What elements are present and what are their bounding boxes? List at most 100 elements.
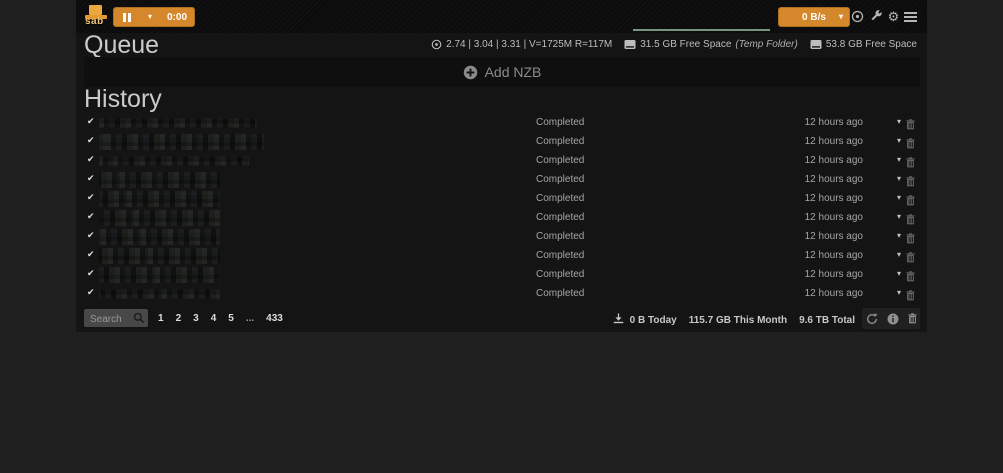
row-delete-button[interactable] (906, 288, 915, 306)
redacted-name[interactable] (99, 134, 264, 150)
history-row: ✔ Completed 12 hours ago ▾ (76, 132, 927, 151)
redacted-name[interactable] (99, 267, 220, 283)
history-age: 12 hours ago (805, 250, 863, 261)
history-row: ✔ Completed 12 hours ago ▾ (76, 170, 927, 189)
refresh-button[interactable] (866, 313, 878, 325)
sab-logo-label: sab (85, 16, 104, 27)
row-dropdown-caret-icon[interactable]: ▾ (897, 250, 901, 259)
check-icon: ✔ (87, 154, 95, 165)
history-status: Completed (536, 212, 584, 223)
page-button[interactable]: 1 (152, 309, 170, 327)
history-age: 12 hours ago (805, 174, 863, 185)
trash-icon (906, 157, 915, 168)
pause-icon (123, 13, 126, 22)
page-button[interactable]: 3 (187, 309, 205, 327)
redacted-name[interactable] (99, 210, 220, 226)
history-title: History (84, 85, 162, 114)
page-button[interactable]: 5 (222, 309, 240, 327)
check-icon: ✔ (87, 230, 95, 241)
redacted-name[interactable] (99, 248, 220, 264)
pause-dropdown-toggle[interactable]: ▾ (140, 8, 160, 26)
top-navbar: sab ▾ 0:00 0 B/s ▾ (76, 0, 927, 33)
history-status: Completed (536, 231, 584, 242)
refresh-icon (866, 313, 878, 325)
trash-icon (906, 214, 915, 225)
page-button[interactable]: 4 (205, 309, 223, 327)
redacted-name[interactable] (99, 191, 220, 207)
check-icon: ✔ (87, 135, 95, 146)
redacted-name[interactable] (99, 118, 257, 127)
check-icon: ✔ (87, 173, 95, 184)
redacted-name[interactable] (99, 229, 220, 245)
purge-history-button[interactable] (908, 313, 917, 324)
status-button[interactable] (850, 9, 865, 24)
trash-icon (906, 176, 915, 187)
history-status: Completed (536, 269, 584, 280)
trash-icon (906, 252, 915, 263)
check-icon: ✔ (87, 268, 95, 279)
hamburger-menu-icon (904, 12, 917, 22)
history-status: Completed (536, 155, 584, 166)
history-list: ✔ Completed 12 hours ago ▾ ✔ Completed 1… (76, 113, 927, 303)
history-age: 12 hours ago (805, 117, 863, 128)
menu-button[interactable] (903, 9, 918, 24)
row-dropdown-caret-icon[interactable]: ▾ (897, 174, 901, 183)
queue-title: Queue (84, 31, 159, 60)
load-stats-label: 2.74 | 3.04 | 3.31 | V=1725M R=117M (446, 39, 612, 50)
history-search (84, 309, 148, 327)
config-button[interactable]: ⚙ (886, 9, 901, 24)
temp-free-label: 31.5 GB Free Space (640, 39, 731, 50)
sab-logo[interactable]: sab (84, 5, 110, 29)
history-status: Completed (536, 174, 584, 185)
history-row: ✔ Completed 12 hours ago ▾ (76, 113, 927, 132)
redacted-name[interactable] (99, 172, 220, 188)
trash-icon (906, 195, 915, 206)
row-dropdown-caret-icon[interactable]: ▾ (897, 231, 901, 240)
row-dropdown-caret-icon[interactable]: ▾ (897, 193, 901, 202)
history-age: 12 hours ago (805, 269, 863, 280)
gear-icon: ⚙ (888, 9, 900, 24)
page-button[interactable]: 2 (170, 309, 188, 327)
history-row: ✔ Completed 12 hours ago ▾ (76, 208, 927, 227)
row-dropdown-caret-icon[interactable]: ▾ (897, 269, 901, 278)
hard-drive-icon (624, 39, 636, 50)
speed-sparkline (633, 29, 770, 31)
load-gauge-icon (431, 39, 442, 50)
status-circle-dot-icon (851, 10, 864, 23)
row-dropdown-caret-icon[interactable]: ▾ (897, 136, 901, 145)
row-dropdown-caret-icon[interactable]: ▾ (897, 212, 901, 221)
trash-icon (908, 313, 917, 324)
page-button[interactable]: 433 (260, 309, 289, 327)
sabnzbd-app: sab ▾ 0:00 0 B/s ▾ (76, 0, 927, 332)
pause-button-group: ▾ 0:00 (113, 7, 195, 27)
info-icon (887, 313, 899, 325)
info-button[interactable] (887, 313, 899, 325)
download-stats: 0 B Today 115.7 GB This Month 9.6 TB Tot… (613, 313, 855, 327)
trash-icon (906, 271, 915, 282)
check-icon: ✔ (87, 287, 95, 298)
history-age: 12 hours ago (805, 136, 863, 147)
history-row: ✔ Completed 12 hours ago ▾ (76, 265, 927, 284)
stat-today: 0 B Today (630, 315, 677, 326)
row-dropdown-caret-icon[interactable]: ▾ (897, 155, 901, 164)
history-age: 12 hours ago (805, 212, 863, 223)
history-status: Completed (536, 136, 584, 147)
history-status: Completed (536, 288, 584, 299)
history-age: 12 hours ago (805, 288, 863, 299)
pause-button[interactable] (114, 8, 140, 26)
download-icon (613, 313, 624, 327)
chevron-down-icon: ▾ (839, 13, 843, 21)
search-icon[interactable] (133, 312, 145, 324)
history-status: Completed (536, 193, 584, 204)
redacted-name[interactable] (99, 156, 249, 165)
trash-icon (906, 119, 915, 130)
row-dropdown-caret-icon[interactable]: ▾ (897, 117, 901, 126)
settings-button[interactable] (869, 9, 884, 24)
history-row: ✔ Completed 12 hours ago ▾ (76, 284, 927, 303)
pagination: 12345...433 (152, 309, 289, 327)
redacted-name[interactable] (99, 289, 220, 298)
check-icon: ✔ (87, 249, 95, 260)
speed-dropdown-button[interactable]: 0 B/s ▾ (778, 7, 850, 27)
row-dropdown-caret-icon[interactable]: ▾ (897, 288, 901, 297)
add-nzb-dropzone[interactable]: Add NZB (84, 57, 920, 87)
